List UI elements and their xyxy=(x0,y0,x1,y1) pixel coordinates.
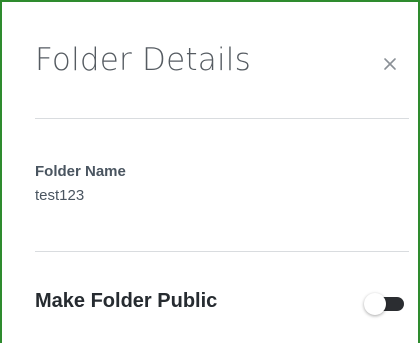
panel-title: Folder Details xyxy=(35,42,251,78)
close-button[interactable] xyxy=(376,50,404,78)
folder-name-label: Folder Name xyxy=(35,163,126,180)
section-divider xyxy=(35,251,409,252)
make-public-label: Make Folder Public xyxy=(35,290,218,312)
header-divider xyxy=(35,118,409,119)
close-icon xyxy=(384,58,396,70)
folder-name-value: test123 xyxy=(35,187,85,204)
make-public-toggle[interactable] xyxy=(364,293,404,315)
folder-details-panel: Folder Details Folder Name test123 Make … xyxy=(0,0,420,343)
toggle-knob xyxy=(364,293,386,315)
